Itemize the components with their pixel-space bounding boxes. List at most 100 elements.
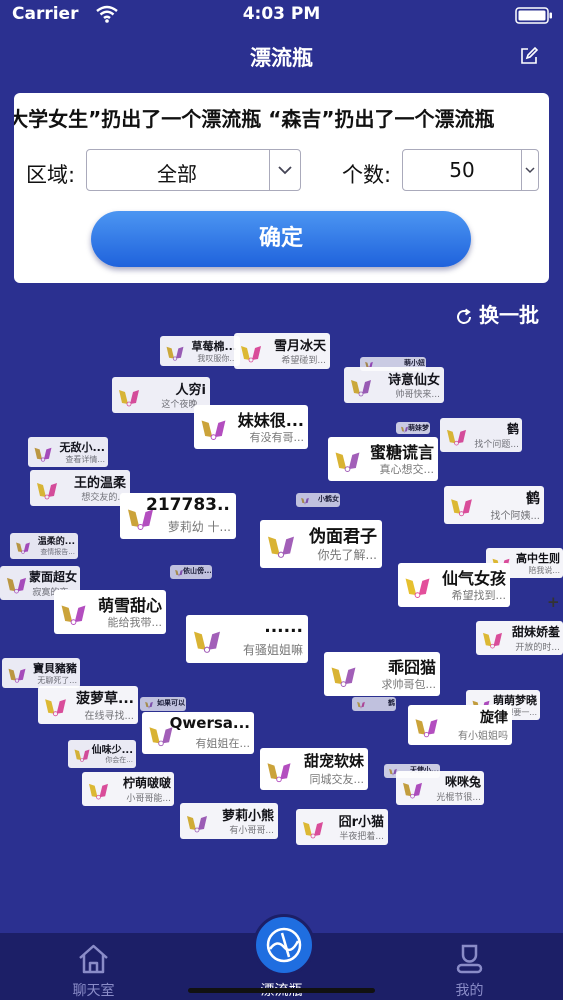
bottle-card[interactable]: 温柔的... 查情报告... — [10, 533, 78, 559]
bottle-card[interactable]: 王的温柔想交友的... — [30, 470, 130, 506]
bottle-card[interactable]: 菠萝草... 在线寻找... — [38, 686, 138, 724]
bottle-name: 萝莉小熊 — [221, 809, 274, 824]
bottle-name: 妹妹很... — [237, 411, 304, 430]
region-select[interactable]: 全部 — [86, 149, 301, 191]
count-value: 50 — [449, 158, 475, 182]
bottle-card[interactable]: 雪月冰天希望碰到... — [234, 333, 330, 369]
bottle-name: 寶貝豬豬 — [33, 662, 77, 675]
bottle-card[interactable]: 诗意仙女帅哥快来... — [344, 367, 444, 403]
bottle-name: 甜宠软妹 — [303, 752, 364, 770]
bottle-card[interactable]: 蜜糖谎言 真心想交... — [328, 437, 438, 481]
bottle-card[interactable]: 柠萌啵啵小哥哥能... — [82, 772, 174, 806]
bottle-name: 咪咪兔 — [444, 775, 481, 789]
bottle-card[interactable]: 囧r小猫 半夜把着... — [296, 809, 388, 845]
bottle-card[interactable]: 妹妹很... 有没有哥... — [194, 405, 308, 449]
chevron-down-icon — [525, 167, 535, 174]
count-label: 个数: — [342, 163, 392, 187]
bottle-card[interactable]: 萌雪甜心 能给我带... — [54, 590, 166, 634]
bottle-card[interactable]: 草莓棉... 我叹服你... — [160, 336, 240, 366]
bottle-card[interactable]: 萌妹梦... — [396, 422, 430, 434]
bottle-name: 人穷i — [175, 383, 206, 398]
bottle-message: 半夜把着... — [339, 832, 384, 842]
bottle-name: 温柔的... — [37, 537, 75, 547]
bottle-card[interactable]: Qwersa... 有姐姐在... — [142, 712, 254, 754]
bottle-card[interactable]: 乖囧猫 求帅哥包... — [324, 652, 440, 696]
bottle-message: 小哥哥能... — [126, 794, 171, 804]
edit-icon[interactable] — [519, 46, 539, 66]
bottle-name: 鹤 — [388, 699, 395, 707]
bottle-name: 甜妹娇羞 — [511, 625, 560, 639]
bottle-message: 找个阿姨... — [490, 511, 540, 522]
bottle-message: 查情报告... — [40, 548, 75, 556]
bottle-card[interactable]: 萝莉小熊 有小哥哥... — [180, 803, 278, 839]
bottle-message: 你先了解... — [317, 548, 377, 562]
bottle-name: 鹤 — [506, 422, 519, 436]
bottle-card[interactable]: 旋律有小姐姐吗 — [408, 705, 512, 745]
bottle-card[interactable]: 咪咪兔 光棍节很... — [396, 771, 484, 805]
bottle-message: 有小姐姐吗 — [458, 731, 508, 742]
tab-label: 我的 — [455, 983, 484, 999]
bottle-card[interactable]: 寶貝豬豬 无聊死了... — [2, 658, 80, 688]
bottle-name: 乖囧猫 — [387, 658, 436, 677]
user-icon — [456, 944, 483, 974]
bottle-name: 依山傍... — [183, 567, 211, 575]
bottle-name: ...... — [264, 617, 303, 637]
bottle-card[interactable]: 依山傍... — [170, 565, 212, 579]
bottle-name: 如果可以 — [157, 699, 185, 707]
home-indicator — [188, 988, 375, 993]
bottle-message: 陪我说... — [528, 566, 560, 575]
bottle-name: 雪月冰天 — [273, 339, 326, 354]
bottle-message: 萝莉幼 十... — [167, 520, 231, 534]
bottle-message: 希望碰到... — [281, 356, 326, 366]
region-dropdown-button[interactable] — [269, 150, 300, 190]
bottle-name: 王的温柔 — [73, 476, 126, 491]
bottle-card[interactable]: 伪面君子 你先了解... — [260, 520, 382, 568]
bottle-name: 217783... — [146, 495, 231, 515]
bottle-name: 萌雪甜心 — [97, 596, 162, 615]
bottle-name: 鹤 — [526, 491, 540, 507]
refresh-icon — [457, 308, 471, 324]
bottle-name: 草莓棉... — [191, 340, 237, 353]
chevron-down-icon — [278, 166, 292, 175]
plus-icon[interactable]: + — [547, 593, 560, 611]
bottle-name: 伪面君子 — [309, 527, 377, 547]
bottle-message: 同城交友... — [309, 773, 365, 786]
announcement-marquee: 瓶 “大学女生”扔出了一个漂流瓶 “森吉”扔出了一个漂流瓶 — [14, 101, 549, 131]
bottle-name: 旋律 — [480, 710, 508, 726]
bottle-icon — [266, 927, 302, 963]
region-label: 区域: — [26, 163, 76, 187]
region-value: 全部 — [157, 162, 197, 186]
tab-mine[interactable]: 我的 — [376, 933, 563, 1000]
bottle-name: 仙气女孩 — [441, 569, 506, 588]
count-dropdown-button[interactable] — [521, 150, 538, 190]
bottle-name: 柠萌啵啵 — [122, 776, 171, 790]
bottle-card[interactable]: 甜宠软妹同城交友... — [260, 748, 368, 790]
bottle-card[interactable]: 仙味少... 你会在... — [68, 740, 136, 768]
bottle-message: 帅哥快来... — [395, 390, 440, 400]
status-bar: Carrier 4:03 PM — [0, 0, 563, 30]
bottle-card[interactable]: 甜妹娇羞 开放的时... — [476, 621, 563, 655]
bottle-card[interactable]: 鹤找个问题... — [440, 418, 522, 452]
bottle-message: 真心想交... — [379, 463, 435, 476]
count-select[interactable]: 50 — [402, 149, 539, 191]
bottle-name: 菠萝草... — [76, 691, 134, 707]
bottle-card[interactable]: 217783... 萝莉幼 十... — [120, 493, 236, 539]
bottle-name: 蒙面超女 — [28, 570, 77, 584]
bottle-card[interactable]: 鹤找个阿姨... — [444, 486, 544, 524]
bottle-card[interactable]: 仙气女孩 希望找到... — [398, 563, 510, 607]
bottle-card[interactable]: 小鹤女 — [296, 493, 340, 507]
refresh-button[interactable]: 换一批 — [455, 299, 539, 328]
bottle-tab-button[interactable] — [253, 914, 315, 976]
bottle-name: 诗意仙女 — [387, 373, 440, 388]
bottle-name: 蜜糖谎言 — [369, 443, 434, 462]
confirm-button[interactable]: 确定 — [91, 211, 471, 267]
bottle-card[interactable]: ...... 有骚姐姐嘛 — [186, 615, 308, 663]
refresh-label: 换一批 — [479, 303, 539, 327]
bottle-card[interactable]: 无敌小... 查看详情... — [28, 437, 108, 467]
bottle-message: 有没有哥... — [249, 431, 305, 444]
tab-chatroom[interactable]: 聊天室 — [0, 933, 187, 1000]
bottle-card[interactable]: 如果可以 — [140, 697, 186, 711]
bottle-name: 萌妹梦... — [408, 424, 429, 432]
bottle-card[interactable]: 鹤 — [352, 697, 396, 711]
bottle-message: 想交友的... — [81, 493, 126, 503]
